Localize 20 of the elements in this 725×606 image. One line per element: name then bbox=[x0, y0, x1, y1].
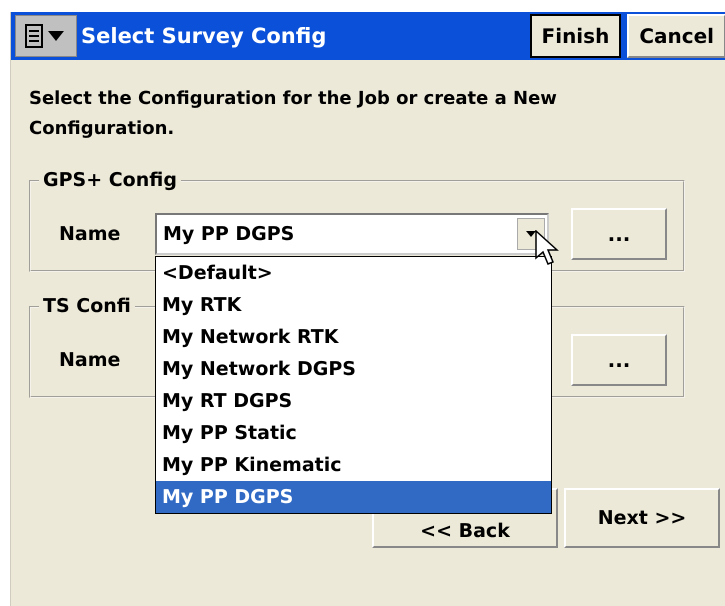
dropdown-option[interactable]: My Network DGPS bbox=[156, 353, 551, 385]
title-button[interactable]: Cancel bbox=[627, 14, 725, 58]
menu-button[interactable] bbox=[15, 15, 77, 57]
name-label: Name bbox=[59, 349, 122, 371]
dropdown-option[interactable]: My PP DGPS bbox=[156, 481, 551, 513]
config-dropdown[interactable]: My PP DGPS bbox=[155, 213, 549, 255]
dropdown-option[interactable]: My RT DGPS bbox=[156, 385, 551, 417]
dropdown-option[interactable]: My PP Static bbox=[156, 417, 551, 449]
more-button[interactable]: ... bbox=[571, 334, 667, 386]
title-button[interactable]: Finish bbox=[530, 14, 622, 58]
more-button[interactable]: ... bbox=[571, 208, 667, 260]
dropdown-option[interactable]: My Network RTK bbox=[156, 321, 551, 353]
dropdown-option[interactable]: My RTK bbox=[156, 289, 551, 321]
dropdown-value: My PP DGPS bbox=[163, 223, 294, 245]
name-label: Name bbox=[59, 223, 122, 245]
nav-button[interactable]: Next >> bbox=[564, 488, 720, 548]
instruction-text: Select the Configuration for the Job or create a New Configuration. bbox=[29, 87, 558, 141]
window-title: Select Survey Config bbox=[81, 24, 328, 48]
dropdown-option[interactable]: My PP Kinematic bbox=[156, 449, 551, 481]
dropdown-option[interactable]: <Default> bbox=[156, 257, 551, 289]
